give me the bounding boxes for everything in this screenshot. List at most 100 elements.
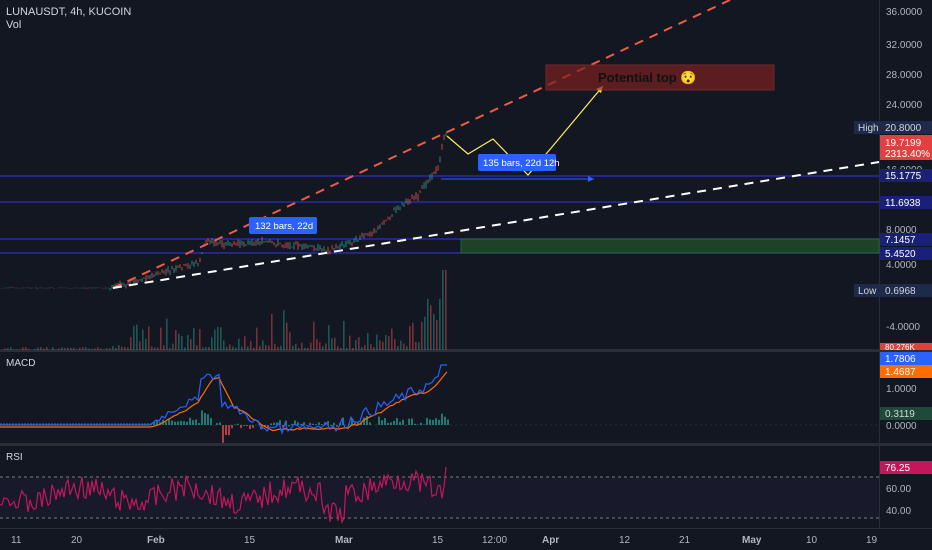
volume-bar: [169, 347, 171, 350]
volume-bar: [337, 346, 339, 350]
volume-bar: [424, 316, 426, 350]
macd-histogram-bar: [195, 419, 197, 425]
macd-histogram-bar: [171, 420, 173, 425]
volume-bar: [127, 347, 129, 350]
macd-histogram-bar: [447, 419, 449, 425]
macd-pane-label[interactable]: MACD: [6, 358, 35, 369]
volume-bar: [211, 337, 213, 350]
volume-bar: [226, 346, 228, 350]
volume-bar: [433, 313, 435, 350]
volume-bar: [145, 338, 147, 350]
volume-bar: [346, 347, 348, 350]
macd-histogram-bar: [423, 424, 425, 425]
macd-histogram-bar: [237, 423, 239, 425]
time-tick: 11: [11, 535, 22, 546]
price-axis-divider: [879, 0, 880, 528]
volume-bar: [121, 346, 123, 350]
volume-bar: [217, 326, 219, 350]
price-tick: 24.0000: [886, 100, 923, 111]
volume-bar: [238, 338, 240, 350]
volume-bar: [22, 347, 24, 350]
rsi-pane-separator[interactable]: [0, 443, 932, 446]
potential-top-label: Potential top 😯: [598, 70, 697, 85]
rsi-pane-label[interactable]: RSI: [6, 452, 23, 463]
volume-bar: [103, 349, 105, 350]
volume-bar: [379, 340, 381, 350]
volume-tag-text: 80.276K: [885, 343, 915, 352]
last-price-value: 19.7199: [885, 138, 922, 149]
macd-histogram-bar: [177, 421, 179, 425]
price-tick: -4.0000: [886, 322, 920, 333]
demand-zone[interactable]: [460, 238, 880, 254]
volume-bar: [436, 320, 438, 350]
volume-bar: [319, 342, 321, 350]
volume-bar: [70, 347, 72, 350]
volume-bar: [427, 298, 429, 350]
volume-bar: [394, 339, 396, 350]
volume-bar: [397, 345, 399, 350]
volume-bar: [388, 336, 390, 350]
volume-bar: [364, 345, 366, 350]
volume-bar: [349, 335, 351, 350]
macd-histogram-bar: [234, 424, 236, 425]
volume-bar: [208, 346, 210, 350]
macd-histogram-bar: [426, 417, 428, 425]
volume-bar: [310, 342, 312, 350]
volume-bar: [331, 338, 333, 350]
volume-bar: [199, 329, 201, 350]
macd-histogram-bar: [435, 418, 437, 425]
level-tag-5-text: 5.4520: [885, 249, 916, 260]
volume-bar: [115, 347, 117, 350]
volume-bar: [442, 270, 444, 350]
time-tick: 21: [679, 535, 691, 546]
volume-bar: [181, 336, 183, 350]
macd-histogram-bar: [441, 413, 443, 425]
volume-bar: [85, 347, 87, 350]
macd-histogram-bar: [300, 423, 302, 425]
time-axis-divider: [0, 528, 932, 529]
volume-bar: [340, 347, 342, 350]
level-tag-11-text: 11.6938: [885, 198, 921, 209]
macd-histogram-bar: [201, 410, 203, 425]
time-tick: Feb: [147, 535, 165, 546]
volume-bar: [313, 321, 315, 350]
volume-bar: [400, 340, 402, 350]
macd-histogram-bar: [189, 417, 191, 425]
macd-histogram-bar: [186, 421, 188, 425]
volume-bar: [352, 347, 354, 350]
volume-bar: [289, 332, 291, 350]
volume-bar: [277, 346, 279, 350]
macd-histogram-bar: [240, 425, 242, 429]
macd-histogram-bar: [243, 425, 245, 427]
price-tick: 36.0000: [886, 7, 923, 18]
trading-chart[interactable]: Potential top 😯 132 bars, 22d 135 bars, …: [0, 0, 932, 550]
chart-header: LUNAUSDT, 4h, KUCOIN Vol: [6, 6, 131, 32]
macd-histogram-bar: [204, 412, 206, 425]
volume-bar: [73, 347, 75, 350]
volume-bar: [274, 343, 276, 350]
volume-bar: [175, 330, 177, 350]
macd-histogram-bar: [336, 425, 338, 427]
volume-label[interactable]: Vol: [6, 19, 131, 32]
volume-bar: [52, 347, 54, 350]
volume-bar: [205, 346, 207, 350]
macd-histogram-bar: [291, 423, 293, 425]
volume-bar: [250, 341, 252, 350]
volume-bar: [100, 348, 102, 350]
volume-bar: [136, 324, 138, 350]
volume-bar: [412, 322, 414, 350]
rsi-tick: 40.00: [886, 506, 911, 517]
volume-bar: [172, 343, 174, 350]
macd-histogram-bar: [378, 416, 380, 425]
symbol-title[interactable]: LUNAUSDT, 4h, KUCOIN: [6, 6, 131, 19]
low-tag-value: 0.6968: [885, 286, 916, 297]
macd-histogram-bar: [417, 424, 419, 425]
macd-histogram-bar: [318, 422, 320, 425]
macd-histogram-bar: [219, 422, 221, 425]
volume-bar: [403, 343, 405, 350]
volume-bar: [139, 341, 141, 350]
volume-bar: [4, 348, 6, 350]
macd-histogram-bar: [390, 422, 392, 425]
volume-bar: [94, 348, 96, 350]
volume-bar: [82, 347, 84, 350]
